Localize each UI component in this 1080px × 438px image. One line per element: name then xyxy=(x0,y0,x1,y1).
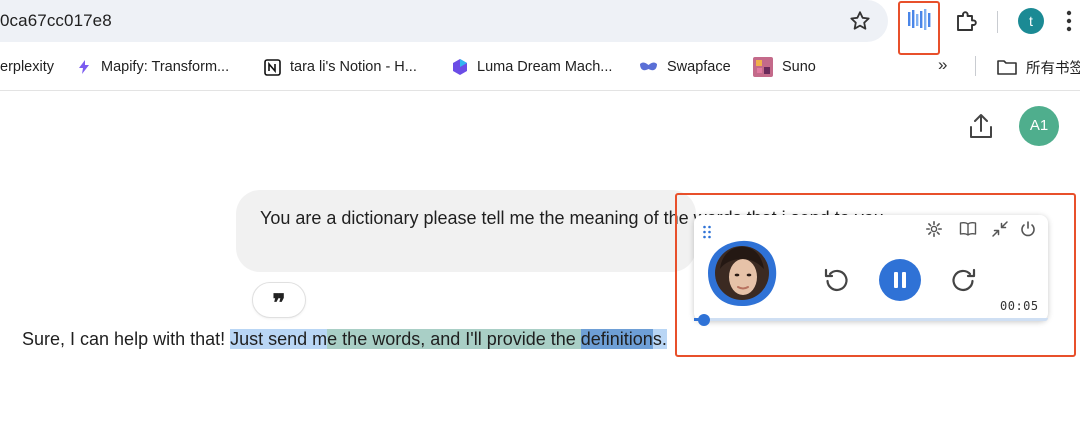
bookmark-label: Mapify: Transform... xyxy=(101,59,230,75)
reply-highlight-current-word: definition xyxy=(580,329,653,349)
profile-avatar[interactable]: t xyxy=(1018,8,1044,34)
bookmark-label: tara li's Notion - H... xyxy=(290,59,417,75)
user-avatar[interactable]: A1 xyxy=(1019,106,1059,146)
bookmark-mapify[interactable]: Mapify: Transform... xyxy=(76,57,229,77)
reader-extension-icon[interactable] xyxy=(907,8,931,32)
bookmark-luma[interactable]: Luma Dream Mach... xyxy=(452,57,612,77)
all-bookmarks-folder[interactable]: 所有书签 xyxy=(997,57,1080,77)
reply-plain: Sure, I can help with that! xyxy=(22,329,231,349)
star-icon[interactable] xyxy=(848,9,872,33)
luma-icon xyxy=(453,59,467,75)
bookmark-label: Luma Dream Mach... xyxy=(477,59,613,75)
bookmarks-divider xyxy=(975,56,976,76)
all-bookmarks-label: 所有书签 xyxy=(1026,60,1080,77)
assistant-reply: Sure, I can help with that! Just send me… xyxy=(22,326,667,352)
reply-highlight-tail: s. xyxy=(652,329,667,349)
bookmark-perplexity[interactable]: erplexity xyxy=(0,57,54,77)
toolbar-divider xyxy=(997,11,998,33)
quote-button[interactable]: ❞ xyxy=(252,282,306,318)
bookmark-swapface[interactable]: Swapface xyxy=(639,57,731,77)
bookmarks-overflow-button[interactable]: » xyxy=(938,55,947,75)
extensions-puzzle-icon[interactable] xyxy=(953,8,979,34)
mapify-icon xyxy=(79,60,89,74)
more-menu-icon[interactable] xyxy=(1066,10,1072,32)
address-bar[interactable] xyxy=(0,0,888,42)
swapface-icon xyxy=(640,62,657,71)
browser-toolbar: 0ca67cc017e8 t xyxy=(0,0,1080,55)
reply-highlight-sentence: e the words, and I'll provide the xyxy=(327,329,581,349)
bookmark-label: Suno xyxy=(782,59,816,75)
chrome-divider xyxy=(0,90,1080,91)
notion-icon xyxy=(264,58,281,76)
bookmark-label: Swapface xyxy=(667,59,731,75)
share-icon[interactable] xyxy=(968,112,994,140)
url-text[interactable]: 0ca67cc017e8 xyxy=(0,11,112,31)
bookmark-suno[interactable]: Suno xyxy=(753,57,816,77)
bookmark-notion[interactable]: tara li's Notion - H... xyxy=(264,57,417,77)
reader-highlight-frame xyxy=(675,193,1076,357)
folder-icon xyxy=(997,60,1017,75)
reply-highlight-read: Just send m xyxy=(230,329,328,349)
bookmark-label: erplexity xyxy=(0,59,54,75)
suno-icon xyxy=(753,57,773,77)
bookmarks-bar: erplexity Mapify: Transform... tara li's… xyxy=(0,48,1080,84)
